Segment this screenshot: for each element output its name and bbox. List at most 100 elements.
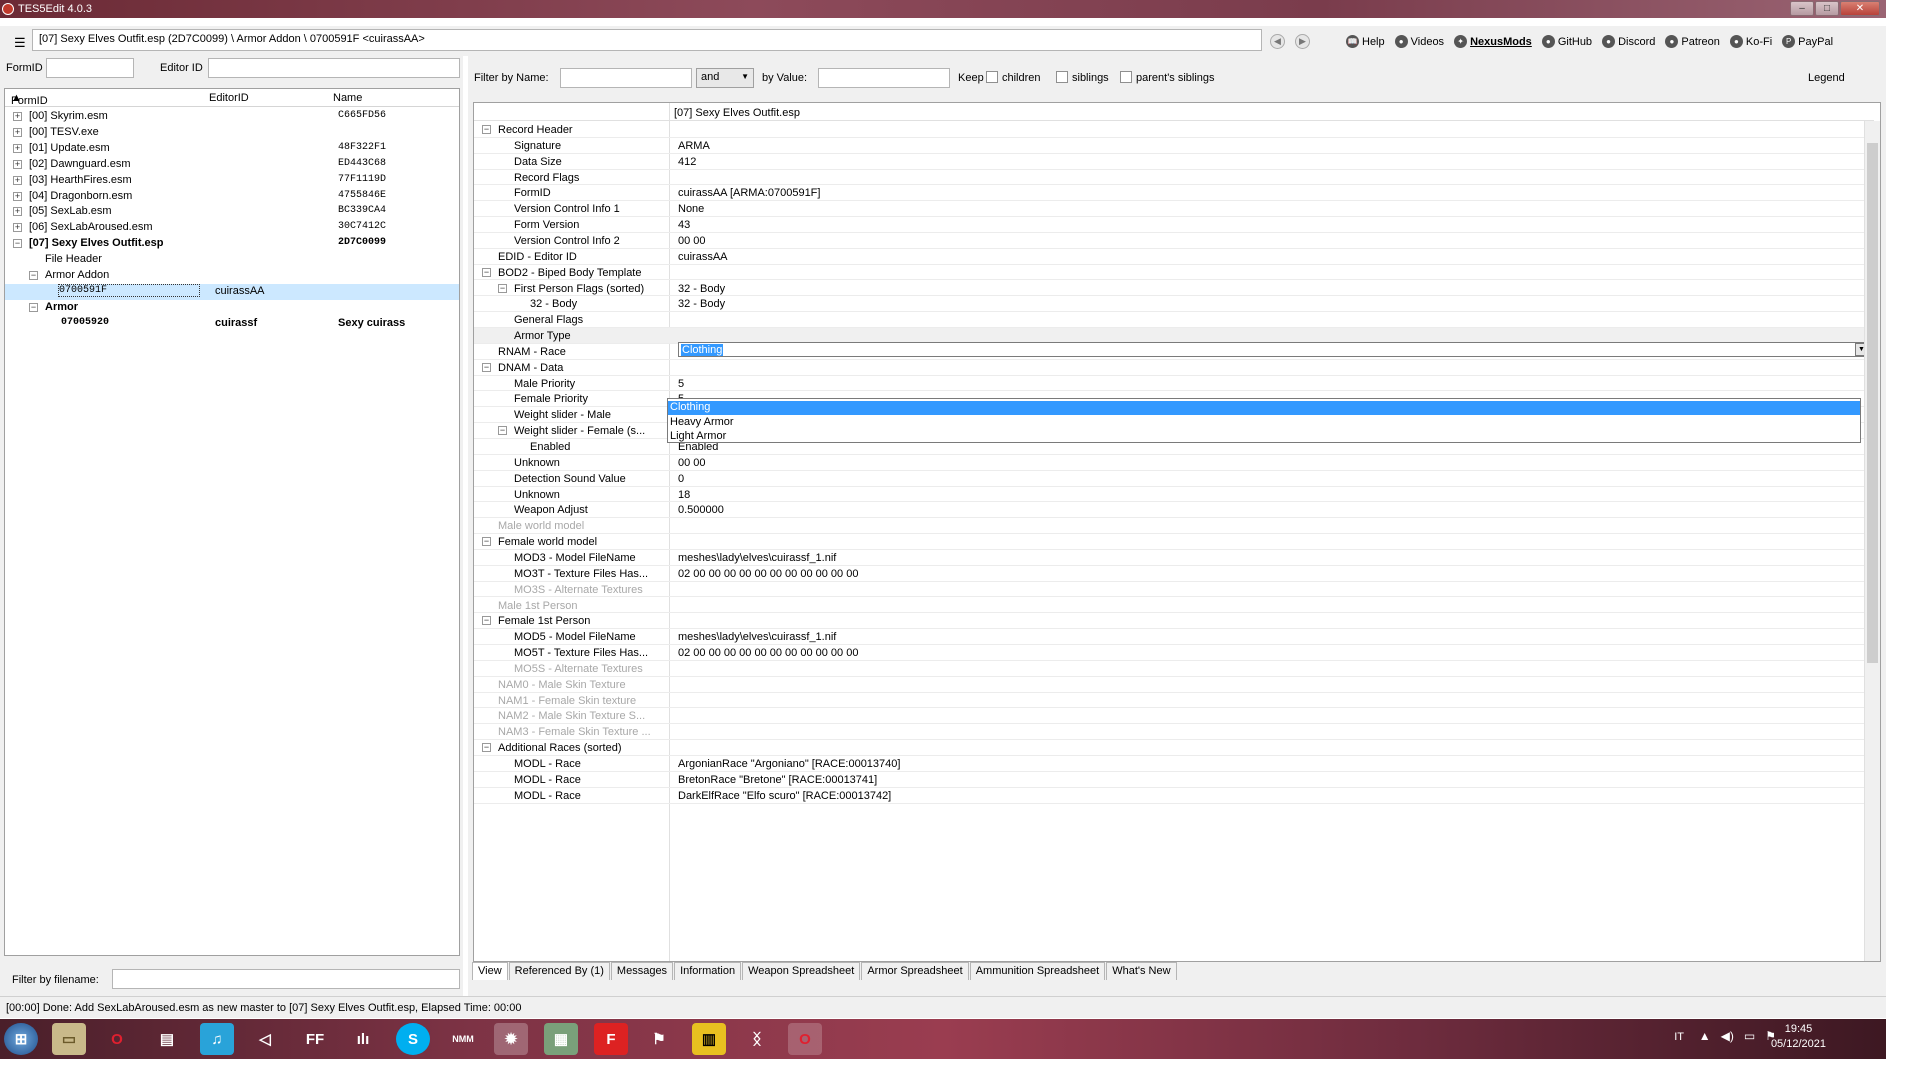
language-indicator[interactable]: IT (1674, 1031, 1684, 1043)
field-row[interactable]: Version Control Info 2 00 00 (474, 233, 1866, 249)
field-row[interactable]: Unknown 00 00 (474, 455, 1866, 471)
column-name[interactable]: Name (333, 92, 362, 104)
tab-what-s-new[interactable]: What's New (1106, 962, 1177, 980)
tree-toggle-icon[interactable]: + (13, 143, 22, 153)
field-row[interactable]: MO5T - Texture Files Has... 02 00 00 00 0… (474, 645, 1866, 661)
f-icon[interactable]: F (594, 1023, 628, 1055)
tree-toggle-icon[interactable]: + (13, 159, 22, 169)
field-row[interactable]: MO3S - Alternate Textures (474, 582, 1866, 598)
field-row[interactable]: FormID cuirassAA [ARMA:0700591F] (474, 185, 1866, 202)
field-row[interactable]: MOD5 - Model FileName meshes\lady\elves\c… (474, 629, 1866, 646)
field-row[interactable]: General Flags (474, 312, 1866, 329)
tree-row[interactable]: − Armor Addon (5, 268, 459, 284)
field-row[interactable]: NAM0 - Male Skin Texture (474, 677, 1866, 693)
filter-operator-select[interactable]: and ▼ (696, 68, 754, 88)
legend-button[interactable]: Legend (1808, 72, 1845, 84)
skype-icon[interactable]: S (396, 1023, 430, 1055)
tree-row[interactable]: + [00] TESV.exe (5, 125, 459, 141)
tree-row[interactable]: + [04] Dragonborn.esm 4755846E (5, 189, 459, 205)
tree-toggle-icon[interactable]: − (29, 302, 38, 312)
link-help[interactable]: 📖 Help (1346, 35, 1385, 48)
tab-view[interactable]: View (472, 962, 508, 980)
record-path-field[interactable]: [07] Sexy Elves Outfit.esp (2D7C0099) \ … (32, 29, 1262, 51)
armor-type-combo[interactable]: Clothing ▼ (678, 342, 1870, 357)
field-row[interactable]: − Additional Races (sorted) (474, 740, 1866, 756)
field-row[interactable]: − First Person Flags (sorted) 32 - Body (474, 281, 1866, 297)
tree-toggle-icon[interactable]: + (13, 175, 22, 185)
music-icon[interactable]: ♫ (200, 1023, 234, 1055)
armor-type-option[interactable]: Clothing (668, 401, 1860, 415)
field-row[interactable]: Detection Sound Value 0 (474, 471, 1866, 487)
field-row[interactable]: MOD3 - Model FileName meshes\lady\elves\c… (474, 550, 1866, 566)
collapse-icon[interactable]: − (482, 537, 491, 547)
tab-armor-spreadsheet[interactable]: Armor Spreadsheet (861, 962, 969, 980)
forward-icon[interactable]: ▶ (1295, 34, 1310, 49)
calc-icon[interactable]: ▥ (692, 1023, 726, 1055)
field-row[interactable]: − Female world model (474, 534, 1866, 550)
field-row[interactable]: Record Flags (474, 170, 1866, 186)
tree-row[interactable]: + [06] SexLabAroused.esm 30C7412C (5, 220, 459, 236)
armor-type-option[interactable]: Heavy Armor (668, 416, 1860, 430)
speaker-icon[interactable]: ◁ (248, 1023, 282, 1055)
field-row[interactable]: Unknown 18 (474, 487, 1866, 503)
opera-active-icon[interactable]: O (788, 1023, 822, 1055)
link-ko-fi[interactable]: ● Ko-Fi (1729, 35, 1772, 48)
volume-icon[interactable]: ◀) (1721, 1029, 1734, 1043)
tree-row[interactable]: − Armor (5, 300, 459, 316)
tree-toggle-icon[interactable]: + (13, 112, 22, 121)
siblings-checkbox[interactable] (1056, 71, 1068, 83)
collapse-icon[interactable]: − (482, 267, 491, 277)
collapse-icon[interactable]: − (482, 743, 491, 753)
field-row[interactable]: Male Priority 5 (474, 376, 1866, 392)
runner-icon[interactable]: ⚑ (642, 1023, 676, 1055)
formid-input[interactable] (46, 58, 134, 78)
equalizer-icon[interactable]: ılı (346, 1023, 380, 1055)
field-row[interactable]: NAM1 - Female Skin texture (474, 693, 1866, 709)
vertical-scrollbar[interactable] (1864, 121, 1880, 961)
tree-row[interactable]: File Header (5, 252, 459, 268)
tree-row[interactable]: + [00] Skyrim.esm C665FD56 (5, 109, 459, 125)
field-row[interactable]: Weapon Adjust 0.500000 (474, 502, 1866, 519)
field-row[interactable]: Data Size 412 (474, 154, 1866, 170)
collapse-icon[interactable]: − (482, 616, 491, 626)
tree-toggle-icon[interactable]: + (13, 207, 22, 217)
tray-arrow-icon[interactable]: ▲ (1699, 1029, 1711, 1043)
tab-information[interactable]: Information (674, 962, 742, 980)
collapse-icon[interactable]: − (498, 283, 507, 293)
field-row[interactable]: Version Control Info 1 None (474, 201, 1866, 218)
field-row[interactable]: EDID - Editor ID cuirassAA (474, 249, 1866, 265)
field-row[interactable]: − BOD2 - Biped Body Template (474, 265, 1866, 281)
minimize-button[interactable]: – (1790, 1, 1814, 16)
tab-weapon-spreadsheet[interactable]: Weapon Spreadsheet (742, 962, 861, 980)
tree-toggle-icon[interactable]: − (13, 239, 22, 249)
tree-toggle-icon[interactable]: − (29, 271, 38, 280)
close-button[interactable]: ✕ (1840, 1, 1880, 16)
tree-toggle-icon[interactable]: + (13, 191, 22, 201)
field-row[interactable]: MODL - Race ArgonianRace "Argoniano" [RAC… (474, 756, 1866, 772)
parents-siblings-checkbox[interactable] (1120, 71, 1132, 83)
collapse-icon[interactable]: − (482, 125, 491, 134)
field-row[interactable]: NAM3 - Female Skin Texture ... (474, 724, 1866, 741)
link-nexusmods[interactable]: ✦ NexusMods (1454, 35, 1532, 48)
field-row[interactable]: Form Version 43 (474, 217, 1866, 233)
tree-row[interactable]: 0700591F cuirassAA (5, 283, 459, 300)
link-github[interactable]: ● GitHub (1541, 35, 1592, 48)
filter-name-input[interactable] (560, 68, 692, 88)
tab-ammunition-spreadsheet[interactable]: Ammunition Spreadsheet (969, 962, 1106, 980)
link-paypal[interactable]: P PayPal (1782, 35, 1833, 48)
tab-referenced-by-1[interactable]: Referenced By (1) (508, 962, 610, 980)
field-row[interactable]: MO3T - Texture Files Has... 02 00 00 00 0… (474, 566, 1866, 582)
back-icon[interactable]: ◀ (1270, 34, 1285, 49)
filter-filename-input[interactable] (112, 969, 460, 989)
field-row[interactable]: Male 1st Person (474, 598, 1866, 614)
network-icon[interactable]: ▭ (1744, 1029, 1755, 1043)
field-row[interactable]: MO5S - Alternate Textures (474, 661, 1866, 677)
filter-value-input[interactable] (818, 68, 950, 88)
tree-toggle-icon[interactable]: + (13, 127, 22, 137)
link-patreon[interactable]: ● Patreon (1665, 35, 1720, 48)
link-discord[interactable]: ● Discord (1602, 35, 1655, 48)
column-formid[interactable]: FormID ▲ (11, 92, 48, 107)
tree-row[interactable]: 07005920 cuirassf Sexy cuirass (5, 316, 459, 332)
collapse-icon[interactable]: − (482, 362, 491, 372)
collapse-icon[interactable]: − (498, 426, 507, 436)
